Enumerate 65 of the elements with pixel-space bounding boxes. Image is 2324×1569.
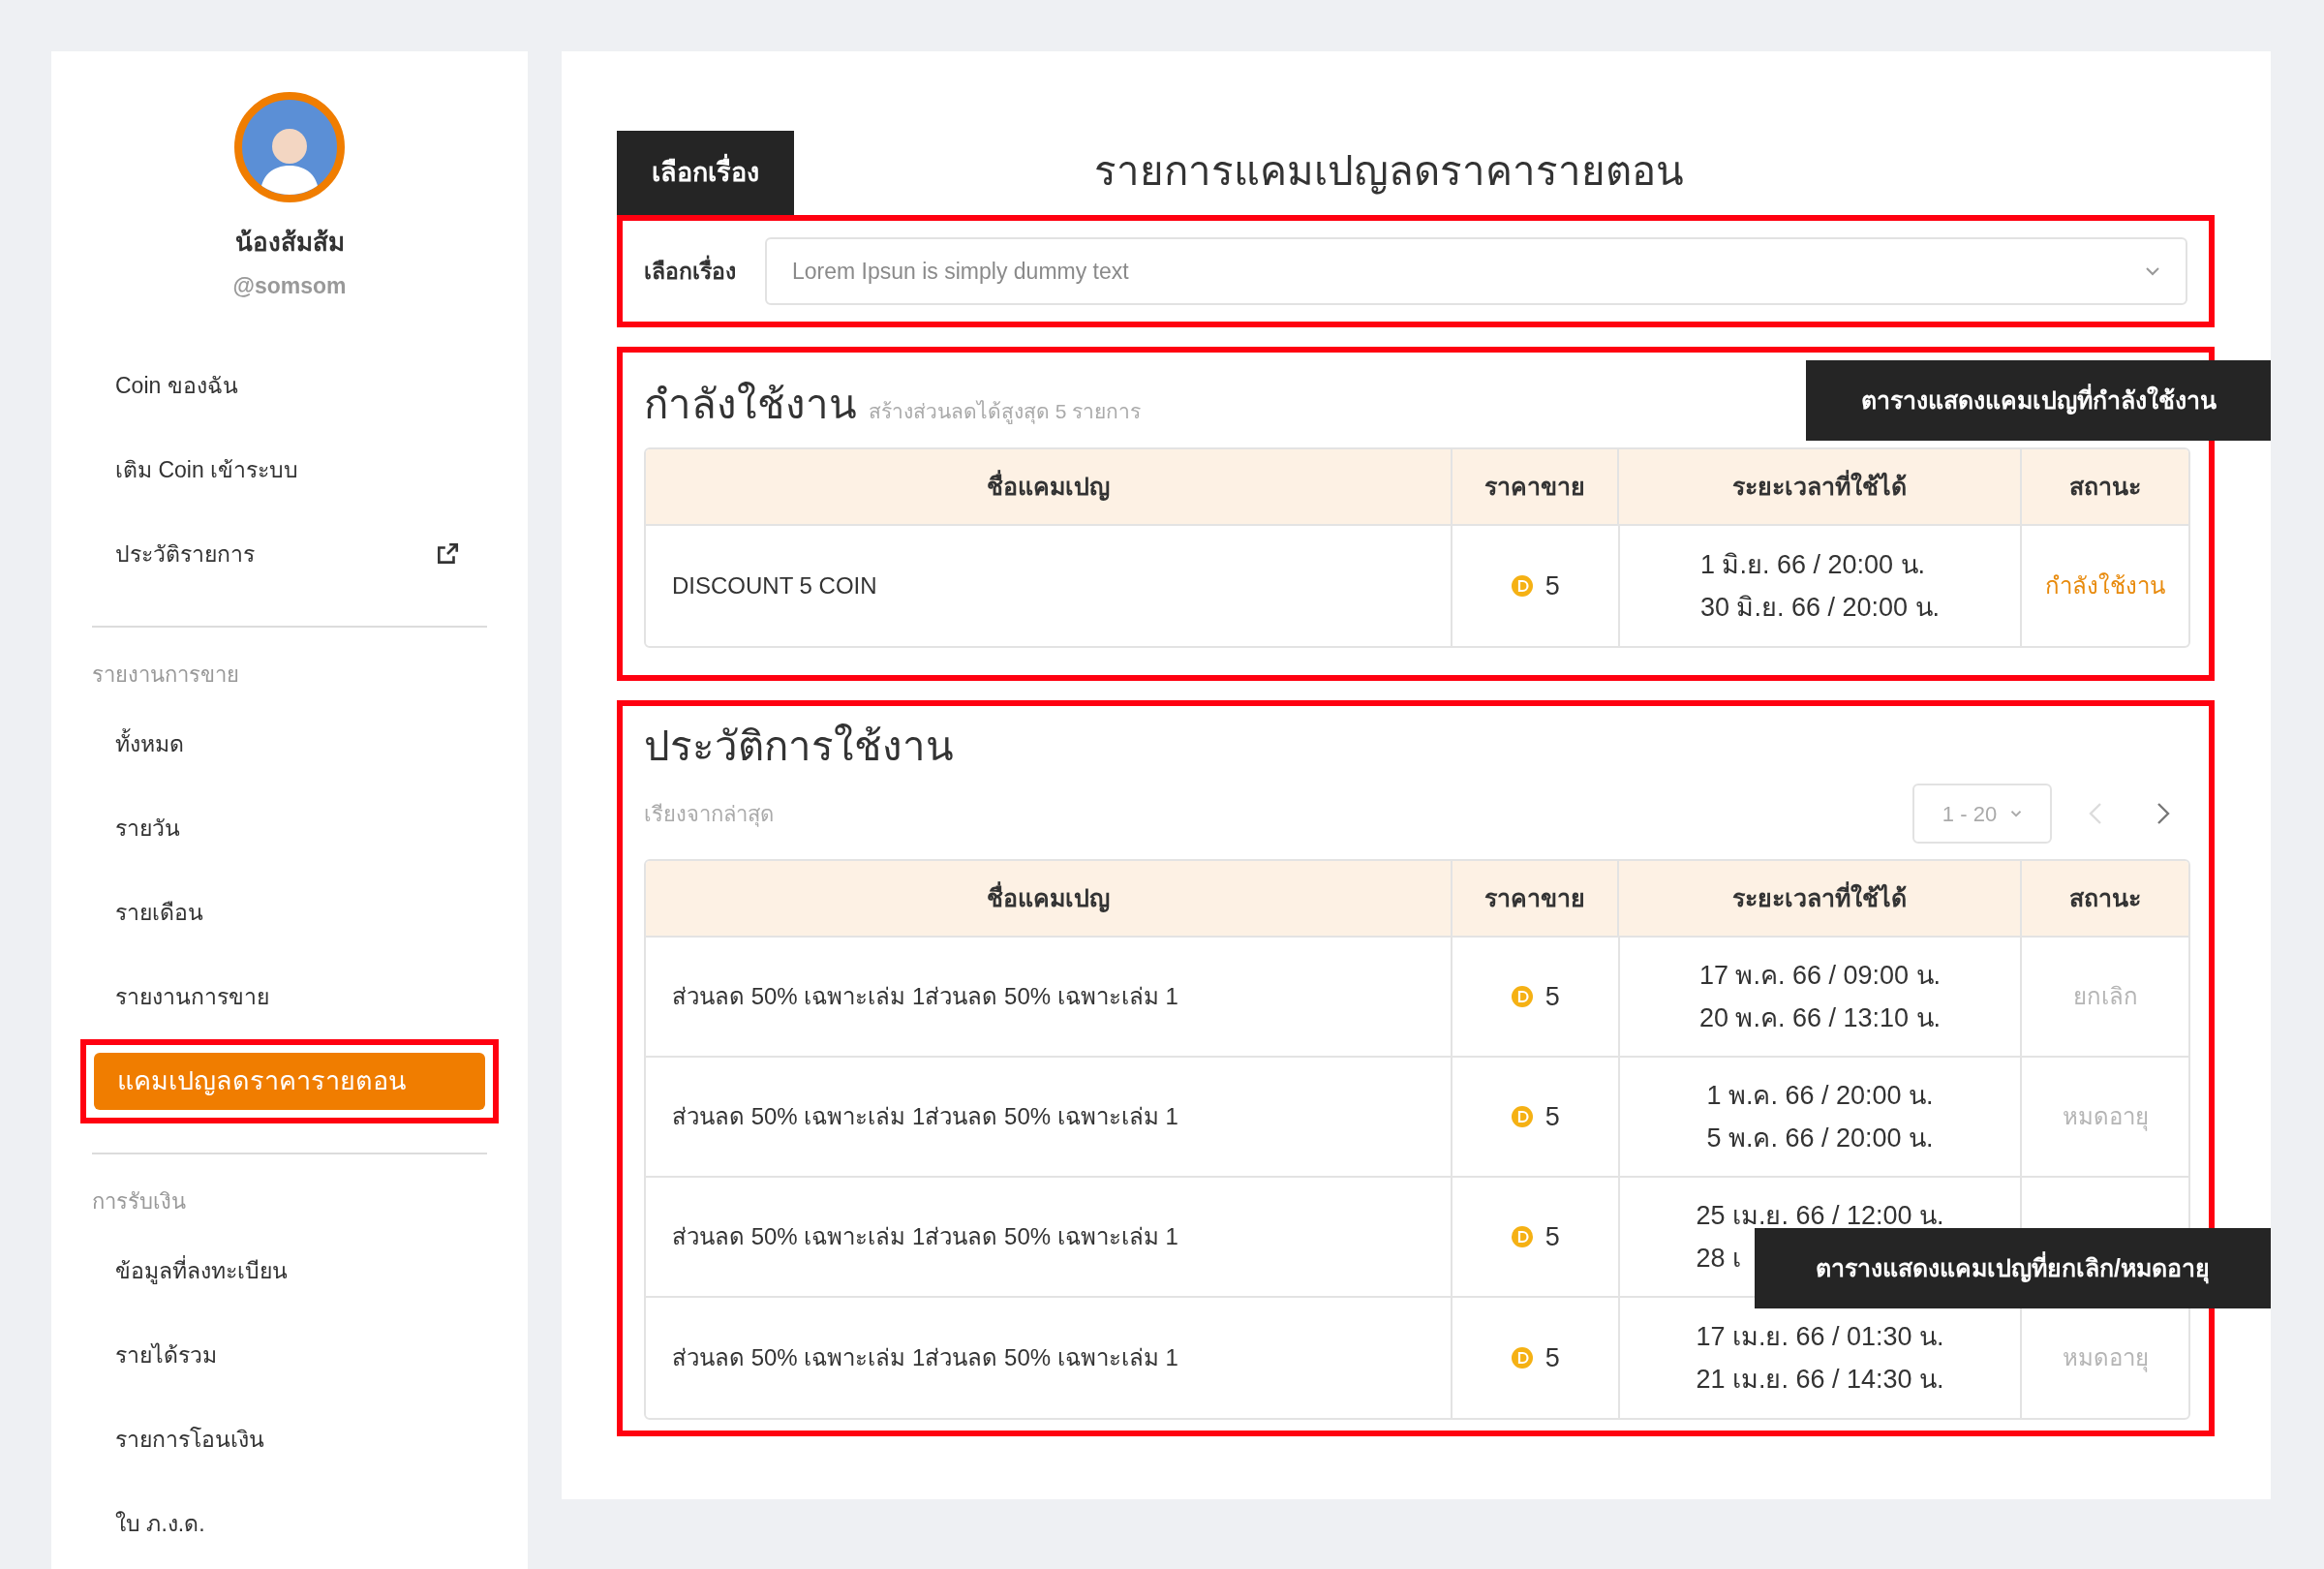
sidebar-item[interactable]: เติม Coin เข้าระบบ [51, 427, 487, 512]
table-cell: ส่วนลด 50% เฉพาะเล่ม 1ส่วนลด 50% เฉพาะเล่ม 1 [646, 1058, 1452, 1176]
date-text: 1 พ.ค. 66 / 20:00 น. [1706, 1080, 1934, 1112]
section-heading: การรับเงิน [92, 1187, 187, 1215]
story-input[interactable]: Lorem Ipsun is simply dummy text [792, 254, 2145, 289]
status-text: ยกเลิก [2072, 982, 2138, 1011]
sidebar-item[interactable]: รายวัน [51, 785, 487, 871]
column-header: ระยะเวลาที่ใช้ได้ [1619, 449, 2023, 524]
column-header: สถานะ [2068, 471, 2143, 502]
sidebar-item[interactable]: รายเดือน [51, 870, 487, 955]
table-cell: ส่วนลด 50% เฉพาะเล่ม 1ส่วนลด 50% เฉพาะเล่ม 1 [646, 1178, 1452, 1296]
date-text: 1 มิ.ย. 66 / 20:00 น. [1699, 549, 1926, 581]
price-text: 5 [1544, 569, 1560, 602]
date-text: 5 พ.ค. 66 / 20:00 น. [1706, 1123, 1934, 1154]
coin-icon [1510, 1105, 1534, 1128]
chevron-left-icon [2089, 802, 2102, 825]
sort-label: เรียงจากล่าสุด [644, 800, 774, 829]
status-text: หมดอายุ [2062, 1343, 2149, 1374]
section-title: ประวัติการใช้งาน [644, 723, 955, 771]
profile-handle: @somsom [232, 272, 347, 300]
sidebar-item[interactable]: รายได้รวม [51, 1312, 487, 1398]
column-header: สถานะ [2068, 882, 2143, 913]
table-cell: DISCOUNT 5 COIN [646, 526, 1452, 646]
column-header: ชื่อแคมเปญ [646, 449, 1452, 524]
annotation-label: ตารางแสดงแคมเปญที่กำลังใช้งาน [1806, 360, 2271, 441]
status-text: หมดอายุ [2062, 1102, 2149, 1133]
section-heading: รายงานการขาย [92, 661, 240, 689]
sidebar-item[interactable]: ใบ ภ.ง.ด. [51, 1481, 487, 1566]
column-header: ราคาขาย [1452, 449, 1620, 524]
price-text: 5 [1544, 1100, 1560, 1133]
price-text: 5 [1544, 1220, 1560, 1253]
sidebar-item[interactable]: ประวัติรายการ [51, 511, 487, 597]
date-text: 20 พ.ค. 66 / 13:10 น. [1698, 1002, 1942, 1034]
date-text: 17 พ.ค. 66 / 09:00 น. [1698, 960, 1942, 992]
sidebar-item[interactable]: รายงานการขาย [51, 954, 487, 1039]
chevron-down-icon [2145, 266, 2160, 276]
coin-icon [1510, 1346, 1534, 1369]
story-select[interactable]: Lorem Ipsun is simply dummy text [765, 237, 2187, 305]
price-text: 5 [1544, 980, 1560, 1013]
table-cell: ส่วนลด 50% เฉพาะเล่ม 1ส่วนลด 50% เฉพาะเล่ม 1 [646, 1298, 1452, 1418]
date-text: 30 มิ.ย. 66 / 20:00 น. [1699, 592, 1941, 624]
date-text: 28 เ [1696, 1243, 1741, 1275]
column-header: ราคาขาย [1452, 861, 1620, 936]
coin-icon [1510, 574, 1534, 598]
sidebar-item[interactable]: ทั้งหมด [51, 701, 487, 786]
section-subtitle: สร้างส่วนลดได้สูงสุด 5 รายการ [869, 399, 1142, 426]
price-text: 5 [1544, 1341, 1560, 1374]
coin-icon [1510, 985, 1534, 1008]
status-text: กำลังใช้งาน [2045, 571, 2166, 600]
annotation-label: ตารางแสดงแคมเปญที่ยกเลิก/หมดอายุ [1755, 1228, 2271, 1308]
section-title: กำลังใช้งาน [644, 381, 857, 429]
sidebar-item[interactable]: Coin ของฉัน [51, 343, 487, 428]
column-header: ระยะเวลาที่ใช้ได้ [1619, 861, 2023, 936]
sidebar-item[interactable]: ข้อมูลที่ลงทะเบียน [51, 1228, 487, 1313]
chevron-right-icon [2156, 802, 2170, 825]
field-label: เลือกเรื่อง [644, 254, 736, 289]
profile-name: น้องส้มส้ม [234, 227, 345, 259]
table-cell: ส่วนลด 50% เฉพาะเล่ม 1ส่วนลด 50% เฉพาะเล่ม 1 [646, 938, 1452, 1056]
coin-icon [1510, 1225, 1534, 1248]
column-header: ชื่อแคมเปญ [646, 861, 1452, 936]
date-text: 17 เม.ย. 66 / 01:30 น. [1696, 1321, 1944, 1353]
sidebar-item[interactable]: รายการโอนเงิน [51, 1397, 487, 1482]
chevron-down-icon [2010, 810, 2023, 817]
date-text: 21 เม.ย. 66 / 14:30 น. [1696, 1364, 1944, 1396]
page-title: รายการแคมเปญลดราคารายตอน [1094, 147, 1684, 197]
